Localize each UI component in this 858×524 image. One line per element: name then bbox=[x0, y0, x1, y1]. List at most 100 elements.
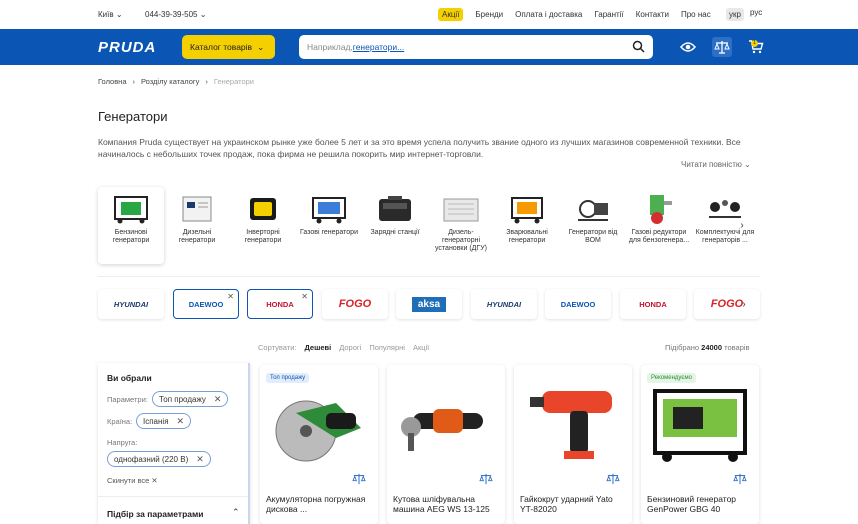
brand-card[interactable]: aksa bbox=[396, 289, 462, 319]
category-card[interactable]: Газові генератори bbox=[296, 187, 362, 264]
product-name[interactable]: Гайкокрут ударний Yato YT-82020 bbox=[520, 494, 626, 514]
filter-chip[interactable]: однофазний (220 В) ✕ bbox=[107, 451, 211, 467]
brand-next-button[interactable]: › bbox=[738, 294, 750, 314]
impact-wrench-image bbox=[520, 383, 626, 465]
category-card[interactable]: Зарядні станції bbox=[362, 187, 428, 264]
brand-card[interactable]: FOGO bbox=[322, 289, 388, 319]
lang-ukr[interactable]: укр bbox=[726, 8, 744, 21]
chevron-up-icon[interactable]: ⌃ bbox=[232, 507, 240, 518]
sort-option-expensive[interactable]: Дорогі bbox=[339, 343, 361, 352]
divider bbox=[98, 496, 248, 497]
compare-icon[interactable] bbox=[733, 473, 747, 485]
top-links: Акції Бренди Оплата і доставка Гарантії … bbox=[438, 8, 711, 21]
brand-card-selected[interactable]: DAEWOO ✕ bbox=[173, 289, 239, 319]
sort-option-cheap[interactable]: Дешеві bbox=[304, 343, 331, 352]
brand-card[interactable]: FOGO bbox=[694, 289, 760, 319]
link-brands[interactable]: Бренди bbox=[475, 10, 503, 19]
close-icon[interactable]: ✕ bbox=[214, 394, 222, 405]
product-name[interactable]: Акумуляторна погружная дискова ... bbox=[266, 494, 372, 514]
compare-button[interactable] bbox=[712, 37, 732, 57]
brand-card[interactable]: HYUNDAI bbox=[98, 289, 164, 319]
brand-card[interactable]: HYUNDAI bbox=[471, 289, 537, 319]
product-name[interactable]: Кутова шліфувальна машина AEG WS 13-125 bbox=[393, 494, 499, 514]
filter-chip-label: Топ продажу bbox=[159, 394, 206, 404]
breadcrumb-home[interactable]: Головна bbox=[98, 77, 127, 86]
category-card[interactable]: Бензинові генератори bbox=[98, 187, 164, 264]
scales-icon bbox=[714, 41, 730, 54]
link-about[interactable]: Про нас bbox=[681, 10, 711, 19]
category-card[interactable]: Дизельні генератори bbox=[164, 187, 230, 264]
compare-icon[interactable] bbox=[479, 473, 493, 485]
reset-all-button[interactable]: Скинути все ✕ bbox=[107, 476, 158, 485]
category-label: Інверторні генератори bbox=[244, 229, 282, 244]
category-card[interactable]: Зварювальні генератори bbox=[494, 187, 560, 264]
viewed-button[interactable] bbox=[678, 37, 698, 57]
results-count-value: 24000 bbox=[701, 343, 723, 352]
chevron-down-icon: ⌄ bbox=[199, 10, 207, 19]
filter-chip-label: Іспанія bbox=[143, 416, 169, 426]
voltage-label: Напруга: bbox=[107, 438, 138, 447]
inverter-generator-image bbox=[244, 193, 282, 225]
diesel-unit-image bbox=[442, 193, 480, 225]
brand-logo: HONDA bbox=[639, 299, 667, 309]
brand-card-selected[interactable]: HONDA ✕ bbox=[247, 289, 313, 319]
sort-bar: Сортувати: Дешеві Дорогі Популярні Акції bbox=[258, 343, 429, 352]
product-card[interactable]: Топ продажу Акумуляторна погружная диско… bbox=[260, 365, 378, 524]
angle-grinder-image bbox=[393, 383, 499, 465]
params-section-title[interactable]: Підбір за параметрами bbox=[107, 509, 204, 519]
link-warranty[interactable]: Гарантії bbox=[594, 10, 623, 19]
city-selector[interactable]: Київ ⌄ bbox=[98, 10, 123, 19]
product-card[interactable]: Кутова шліфувальна машина AEG WS 13-125 bbox=[387, 365, 505, 524]
catalog-button[interactable]: Каталог товарів ⌄ bbox=[182, 35, 275, 59]
chevron-down-icon: ⌄ bbox=[744, 160, 751, 169]
product-card[interactable]: Рекомендуємо Бензиновий генератор GenPow… bbox=[641, 365, 759, 524]
search-icon[interactable] bbox=[632, 40, 645, 53]
category-card[interactable]: Газові редуктори для бензогенера... bbox=[626, 187, 692, 264]
badge-top-sales: Топ продажу bbox=[266, 373, 310, 383]
charging-station-image bbox=[376, 193, 414, 225]
phone-label: 044-39-39-505 bbox=[145, 10, 198, 19]
sort-option-popular[interactable]: Популярні bbox=[369, 343, 405, 352]
category-label: Дизельні генератори bbox=[178, 229, 216, 244]
logo[interactable]: PRUDA bbox=[98, 39, 156, 56]
filter-chip[interactable]: Іспанія ✕ bbox=[136, 413, 192, 429]
breadcrumb-catalog[interactable]: Розділу каталогу bbox=[141, 77, 199, 86]
product-card[interactable]: Гайкокрут ударний Yato YT-82020 bbox=[514, 365, 632, 524]
category-label: Комплектуючі для генераторів ... bbox=[695, 229, 755, 244]
remove-icon[interactable]: ✕ bbox=[227, 292, 234, 301]
category-card[interactable]: Генератори від ВОМ bbox=[560, 187, 626, 264]
remove-icon[interactable]: ✕ bbox=[301, 292, 308, 301]
welding-generator-image bbox=[508, 193, 546, 225]
header: PRUDA Каталог товарів ⌄ Наприклад, генер… bbox=[0, 29, 858, 65]
product-name[interactable]: Бензиновий генератор GenPower GBG 40 bbox=[647, 494, 753, 514]
link-delivery[interactable]: Оплата і доставка bbox=[515, 10, 582, 19]
category-card[interactable]: Комплектуючі для генераторів ... bbox=[692, 187, 758, 264]
compare-icon[interactable] bbox=[606, 473, 620, 485]
cart-count-badge: 1 bbox=[751, 40, 758, 47]
category-label: Бензинові генератори bbox=[112, 229, 150, 244]
read-more-button[interactable]: Читати повністю ⌄ bbox=[681, 160, 751, 169]
brand-card[interactable]: HONDA bbox=[620, 289, 686, 319]
breadcrumb: Головна › Розділу каталогу › Генератори bbox=[98, 77, 254, 86]
sort-label: Сортувати: bbox=[258, 343, 297, 352]
language-switch: укр рус bbox=[726, 8, 762, 21]
phone-selector[interactable]: 044-39-39-505 ⌄ bbox=[145, 10, 206, 19]
results-count-prefix: Підібрано bbox=[665, 343, 700, 352]
sort-option-promo[interactable]: Акції bbox=[413, 343, 429, 352]
filter-chip[interactable]: Топ продажу ✕ bbox=[152, 391, 229, 407]
category-card[interactable]: Інверторні генератори bbox=[230, 187, 296, 264]
category-card[interactable]: Дизель-генераторні установки (ДГУ) bbox=[428, 187, 494, 264]
search-input[interactable]: Наприклад, генератори... bbox=[299, 35, 653, 59]
link-contacts[interactable]: Контакти bbox=[636, 10, 669, 19]
lang-rus[interactable]: рус bbox=[750, 8, 762, 21]
category-label: Зарядні станції bbox=[370, 229, 420, 236]
brand-card[interactable]: DAEWOO bbox=[545, 289, 611, 319]
compare-icon[interactable] bbox=[352, 473, 366, 485]
link-promo[interactable]: Акції bbox=[438, 8, 464, 21]
gas-generator-image bbox=[310, 193, 348, 225]
close-icon[interactable]: ✕ bbox=[177, 416, 185, 427]
brand-logo: HYUNDAI bbox=[113, 299, 149, 309]
page-title: Генератори bbox=[98, 109, 168, 124]
close-icon[interactable]: ✕ bbox=[196, 454, 204, 465]
category-next-button[interactable]: › bbox=[736, 215, 748, 235]
